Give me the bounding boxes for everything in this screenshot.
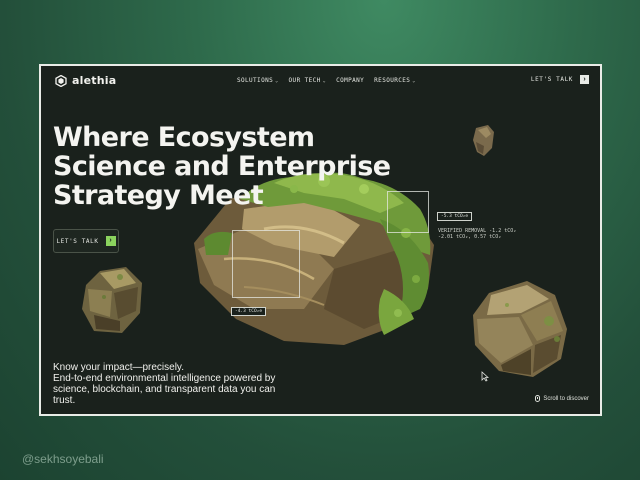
hero-headline: Where Ecosystem Science and Enterprise S… bbox=[53, 122, 391, 211]
headline-line-3: Strategy Meet bbox=[53, 180, 264, 211]
nav-cta-label: LET'S TALK bbox=[530, 76, 573, 83]
carbon-tag-top: -5.3 tCO₂e bbox=[437, 212, 473, 221]
menu-item-label: SOLUTIONS bbox=[237, 77, 274, 84]
logo-mark-icon bbox=[55, 74, 67, 87]
impact-title: Know your impact—precisely. bbox=[53, 362, 184, 373]
menu-item-label: OUR TECH bbox=[288, 77, 321, 84]
carbon-tag-left: -4.3 tCO₂e bbox=[231, 307, 267, 316]
impact-body: End-to-end environmental intelligence po… bbox=[53, 373, 276, 406]
impact-copy: Know your impact—precisely. End-to-end e… bbox=[53, 362, 293, 406]
hero-lets-talk-button[interactable]: LET'S TALK › bbox=[53, 229, 119, 253]
arrow-right-icon: › bbox=[580, 75, 589, 84]
measurement-box-left bbox=[232, 230, 300, 298]
author-watermark: @sekhsoyebali bbox=[22, 452, 104, 466]
small-rock-top-right-image bbox=[473, 125, 494, 156]
menu-item-solutions[interactable]: SOLUTIONS ⌄ bbox=[237, 77, 279, 84]
chevron-down-icon: ⌄ bbox=[275, 77, 279, 84]
headline-line-2: Science and Enterprise bbox=[53, 151, 391, 182]
menu-item-label: COMPANY bbox=[336, 77, 365, 84]
headline-line-1: Where Ecosystem bbox=[53, 122, 315, 153]
rock-left-image bbox=[82, 267, 142, 333]
mouse-cursor-icon bbox=[481, 371, 489, 382]
verified-line-2: -2.01 tCO₂, 0.57 tCO₂ bbox=[438, 234, 502, 240]
main-menu: SOLUTIONS ⌄ OUR TECH ⌄ COMPANY RESOURCES… bbox=[237, 77, 416, 84]
scroll-to-discover[interactable]: Scroll to discover bbox=[535, 395, 589, 402]
brand-name: alethia bbox=[72, 74, 117, 87]
measurement-box-right bbox=[387, 191, 429, 233]
chevron-down-icon: ⌄ bbox=[322, 77, 327, 84]
website-frame: alethia SOLUTIONS ⌄ OUR TECH ⌄ COMPANY R… bbox=[39, 64, 602, 416]
verified-removal-readout: VERIFIED REMOVAL -1.2 tCO₂ -2.01 tCO₂, 0… bbox=[438, 228, 516, 240]
mouse-icon bbox=[535, 395, 541, 402]
top-nav: alethia SOLUTIONS ⌄ OUR TECH ⌄ COMPANY R… bbox=[41, 66, 600, 96]
chevron-down-icon: ⌄ bbox=[412, 77, 416, 84]
hero-cta-label: LET'S TALK bbox=[56, 237, 99, 245]
menu-item-resources[interactable]: RESOURCES ⌄ bbox=[374, 77, 416, 84]
arrow-right-icon: › bbox=[105, 236, 116, 246]
scroll-label: Scroll to discover bbox=[543, 395, 589, 402]
nav-lets-talk-button[interactable]: LET'S TALK › bbox=[531, 75, 589, 84]
menu-item-our-tech[interactable]: OUR TECH ⌄ bbox=[289, 77, 327, 84]
brand-logo[interactable]: alethia bbox=[55, 74, 116, 87]
menu-item-company[interactable]: COMPANY bbox=[336, 77, 364, 84]
rock-right-image bbox=[473, 281, 567, 377]
menu-item-label: RESOURCES bbox=[374, 77, 411, 84]
